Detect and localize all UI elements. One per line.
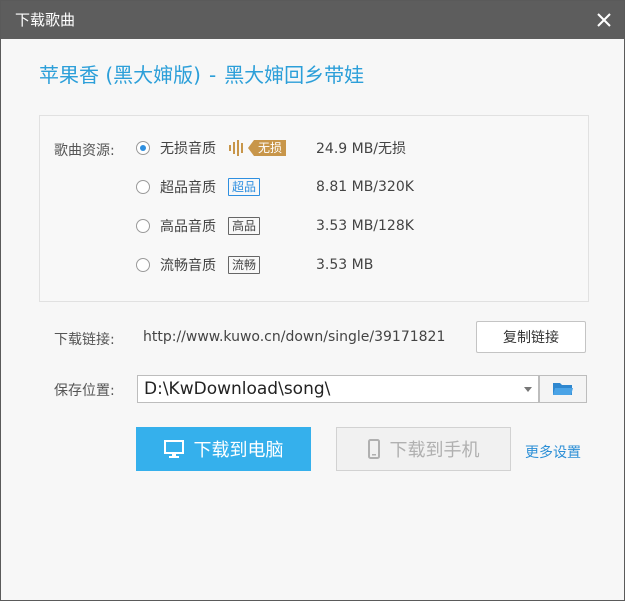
- radio-smooth[interactable]: [136, 258, 150, 272]
- lossless-tag: 无损: [248, 140, 287, 156]
- copy-link-button[interactable]: 复制链接: [476, 321, 586, 353]
- more-settings-link[interactable]: 更多设置: [525, 442, 581, 462]
- quality-panel: 歌曲资源: 无损音质 无损 24.9 MB/无损 超品音质 超品 8.81 MB…: [39, 115, 589, 302]
- title-bar[interactable]: 下载歌曲: [1, 1, 624, 39]
- pc-button-label: 下载到电脑: [193, 440, 284, 461]
- folder-icon: [553, 383, 573, 395]
- window-title: 下载歌曲: [15, 11, 76, 29]
- option-label: 无损音质: [160, 141, 216, 157]
- close-button[interactable]: [590, 6, 618, 34]
- option-label: 超品音质: [160, 180, 216, 196]
- monitor-icon: [163, 440, 184, 458]
- download-to-phone-button[interactable]: 下载到手机: [336, 427, 511, 471]
- soundwave-icon: [229, 140, 243, 156]
- quality-option-smooth[interactable]: 流畅音质 流畅 3.53 MB: [136, 254, 556, 276]
- song-heading: 苹果香 (黑大婶版) - 黑大婶回乡带娃: [39, 62, 364, 88]
- source-label: 歌曲资源:: [54, 143, 115, 159]
- option-size: 24.9 MB/无损: [316, 141, 407, 157]
- option-size: 3.53 MB/128K: [316, 218, 414, 234]
- link-label: 下载链接:: [54, 332, 115, 348]
- song-artist: 黑大婶回乡带娃: [224, 63, 365, 87]
- close-icon: [597, 13, 611, 27]
- download-dialog: 下载歌曲 苹果香 (黑大婶版) - 黑大婶回乡带娃 歌曲资源: 无损音质 无损 …: [0, 0, 625, 601]
- option-label: 高品音质: [160, 219, 216, 235]
- browse-folder-button[interactable]: [539, 375, 587, 403]
- radio-high[interactable]: [136, 219, 150, 233]
- download-to-pc-button[interactable]: 下载到电脑: [136, 427, 311, 471]
- lossless-badge: 无损: [228, 139, 287, 157]
- quality-option-high[interactable]: 高品音质 高品 3.53 MB/128K: [136, 215, 556, 237]
- save-path-value: D:\KwDownload\song\: [144, 379, 331, 399]
- save-path-combobox[interactable]: D:\KwDownload\song\: [137, 375, 539, 403]
- song-separator: -: [208, 63, 217, 87]
- radio-lossless[interactable]: [136, 141, 150, 155]
- download-url: http://www.kuwo.cn/down/single/39171821: [143, 329, 446, 345]
- high-badge: 高品: [228, 217, 261, 235]
- radio-super[interactable]: [136, 180, 150, 194]
- option-size: 3.53 MB: [316, 257, 374, 273]
- quality-option-super[interactable]: 超品音质 超品 8.81 MB/320K: [136, 176, 556, 198]
- smooth-badge: 流畅: [228, 256, 261, 274]
- save-label: 保存位置:: [54, 383, 115, 399]
- phone-icon: [367, 439, 380, 459]
- option-size: 8.81 MB/320K: [316, 179, 414, 195]
- song-name: 苹果香 (黑大婶版): [39, 63, 201, 87]
- option-label: 流畅音质: [160, 258, 216, 274]
- super-badge: 超品: [228, 178, 261, 196]
- phone-button-label: 下载到手机: [389, 440, 480, 461]
- quality-option-lossless[interactable]: 无损音质 无损 24.9 MB/无损: [136, 137, 556, 159]
- chevron-down-icon[interactable]: [524, 387, 532, 392]
